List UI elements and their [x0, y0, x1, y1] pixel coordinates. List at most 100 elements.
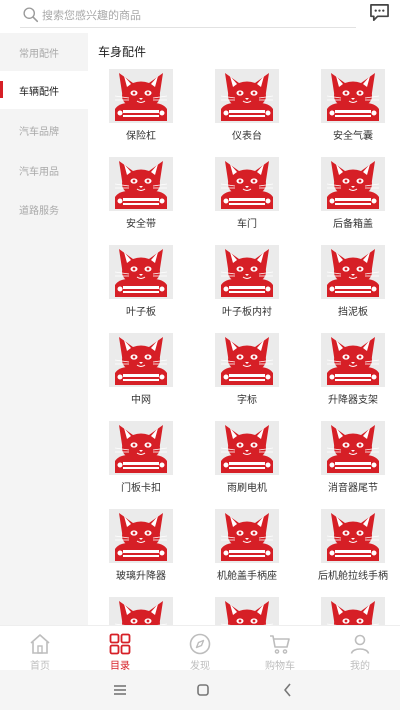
red-cat-car-placeholder-icon [215, 157, 279, 211]
product-thumbnail [321, 157, 385, 211]
search-input[interactable] [42, 5, 332, 25]
product-item[interactable] [88, 597, 188, 625]
tab-home[interactable]: 首页 [0, 626, 80, 672]
red-cat-car-placeholder-icon [109, 69, 173, 123]
product-thumbnail [215, 157, 279, 211]
category-content: 车身配件 保险杠 仪表台 安全气囊 安全带 车门 后备箱盖 叶子板 叶子板内衬 挡泥板 中网 字标 升… [88, 33, 400, 625]
menu-icon[interactable] [112, 682, 128, 698]
product-item[interactable]: 字标 [194, 333, 294, 421]
sidebar-item-label: 车辆配件 [19, 86, 59, 98]
product-item[interactable]: 中网 [88, 333, 188, 421]
compass-icon [189, 633, 211, 655]
sidebar-item-car-supplies[interactable]: 汽车用品 [0, 151, 88, 189]
red-cat-car-placeholder-icon [215, 421, 279, 475]
red-cat-car-placeholder-icon [215, 69, 279, 123]
sidebar-item-label: 汽车品牌 [19, 126, 59, 138]
product-label: 安全气囊 [333, 131, 373, 142]
search-underline [20, 27, 356, 28]
red-cat-car-placeholder-icon [321, 509, 385, 563]
red-cat-car-placeholder-icon [109, 509, 173, 563]
product-thumbnail [321, 509, 385, 563]
product-label: 后备箱盖 [333, 219, 373, 230]
red-cat-car-placeholder-icon [109, 245, 173, 299]
red-cat-car-placeholder-icon [109, 597, 173, 625]
product-label: 雨刷电机 [227, 483, 267, 494]
product-thumbnail [215, 245, 279, 299]
sidebar-item-label: 常用配件 [19, 48, 59, 60]
grid-icon [109, 633, 131, 655]
product-thumbnail [215, 69, 279, 123]
sidebar-item-label: 道路服务 [19, 205, 59, 217]
product-thumbnail [321, 597, 385, 625]
product-thumbnail [215, 333, 279, 387]
product-item[interactable]: 安全气囊 [300, 69, 400, 157]
product-label: 机舱盖手柄座 [217, 571, 277, 582]
product-item[interactable]: 机舱盖手柄座 [194, 509, 294, 597]
search-bar [0, 0, 400, 30]
sidebar-item-road-service[interactable]: 道路服务 [0, 190, 88, 228]
red-cat-car-placeholder-icon [109, 421, 173, 475]
back-icon[interactable] [280, 682, 296, 698]
category-sidebar: 常用配件 车辆配件 汽车品牌 汽车用品 道路服务 [0, 33, 88, 625]
product-item[interactable]: 仪表台 [194, 69, 294, 157]
sidebar-item-label: 汽车用品 [19, 166, 59, 178]
product-item[interactable]: 门板卡扣 [88, 421, 188, 509]
red-cat-car-placeholder-icon [109, 333, 173, 387]
product-label: 后机舱拉线手柄 [318, 571, 388, 582]
product-item[interactable]: 消音器尾节 [300, 421, 400, 509]
product-label: 车门 [237, 219, 257, 230]
app-screen: 常用配件 车辆配件 汽车品牌 汽车用品 道路服务 车身配件 保险杠 仪表台 安全气囊… [0, 0, 400, 710]
product-label: 字标 [237, 395, 257, 406]
product-item[interactable]: 升降器支架 [300, 333, 400, 421]
product-item[interactable] [300, 597, 400, 625]
tab-cart[interactable]: 购物车 [240, 626, 320, 672]
product-label: 挡泥板 [338, 307, 368, 318]
red-cat-car-placeholder-icon [109, 157, 173, 211]
product-thumbnail [109, 157, 173, 211]
product-item[interactable] [194, 597, 294, 625]
product-thumbnail [321, 69, 385, 123]
product-thumbnail [109, 69, 173, 123]
product-thumbnail [321, 245, 385, 299]
product-label: 玻璃升降器 [116, 571, 166, 582]
product-item[interactable]: 玻璃升降器 [88, 509, 188, 597]
tab-mine[interactable]: 我的 [320, 626, 400, 672]
red-cat-car-placeholder-icon [215, 509, 279, 563]
product-thumbnail [109, 333, 173, 387]
product-thumbnail [109, 245, 173, 299]
red-cat-car-placeholder-icon [321, 245, 385, 299]
red-cat-car-placeholder-icon [321, 157, 385, 211]
tab-catalog[interactable]: 目录 [80, 626, 160, 672]
user-icon [350, 634, 370, 654]
product-thumbnail [215, 509, 279, 563]
tab-discover[interactable]: 发现 [160, 626, 240, 672]
sidebar-item-vehicle-parts[interactable]: 车辆配件 [0, 71, 88, 109]
product-item[interactable]: 后备箱盖 [300, 157, 400, 245]
product-label: 仪表台 [232, 131, 262, 142]
home-square-icon[interactable] [195, 682, 211, 698]
product-item[interactable]: 后机舱拉线手柄 [300, 509, 400, 597]
product-item[interactable]: 安全带 [88, 157, 188, 245]
red-cat-car-placeholder-icon [321, 333, 385, 387]
product-label: 升降器支架 [328, 395, 378, 406]
bottom-tab-bar: 首页 目录 发现 购物车 我的 [0, 625, 400, 672]
sidebar-item-common-parts[interactable]: 常用配件 [0, 33, 88, 71]
product-item[interactable]: 车门 [194, 157, 294, 245]
sidebar-item-car-brands[interactable]: 汽车品牌 [0, 111, 88, 149]
home-icon [30, 634, 50, 654]
system-navigation-bar [0, 670, 400, 710]
product-thumbnail [321, 333, 385, 387]
product-label: 安全带 [126, 219, 156, 230]
product-item[interactable]: 雨刷电机 [194, 421, 294, 509]
product-thumbnail [109, 597, 173, 625]
product-item[interactable]: 叶子板 [88, 245, 188, 333]
product-item[interactable]: 叶子板内衬 [194, 245, 294, 333]
product-item[interactable]: 保险杠 [88, 69, 188, 157]
red-cat-car-placeholder-icon [215, 597, 279, 625]
red-cat-car-placeholder-icon [321, 69, 385, 123]
product-item[interactable]: 挡泥板 [300, 245, 400, 333]
product-thumbnail [215, 421, 279, 475]
red-cat-car-placeholder-icon [321, 421, 385, 475]
product-thumbnail [215, 597, 279, 625]
message-icon[interactable] [369, 3, 390, 22]
